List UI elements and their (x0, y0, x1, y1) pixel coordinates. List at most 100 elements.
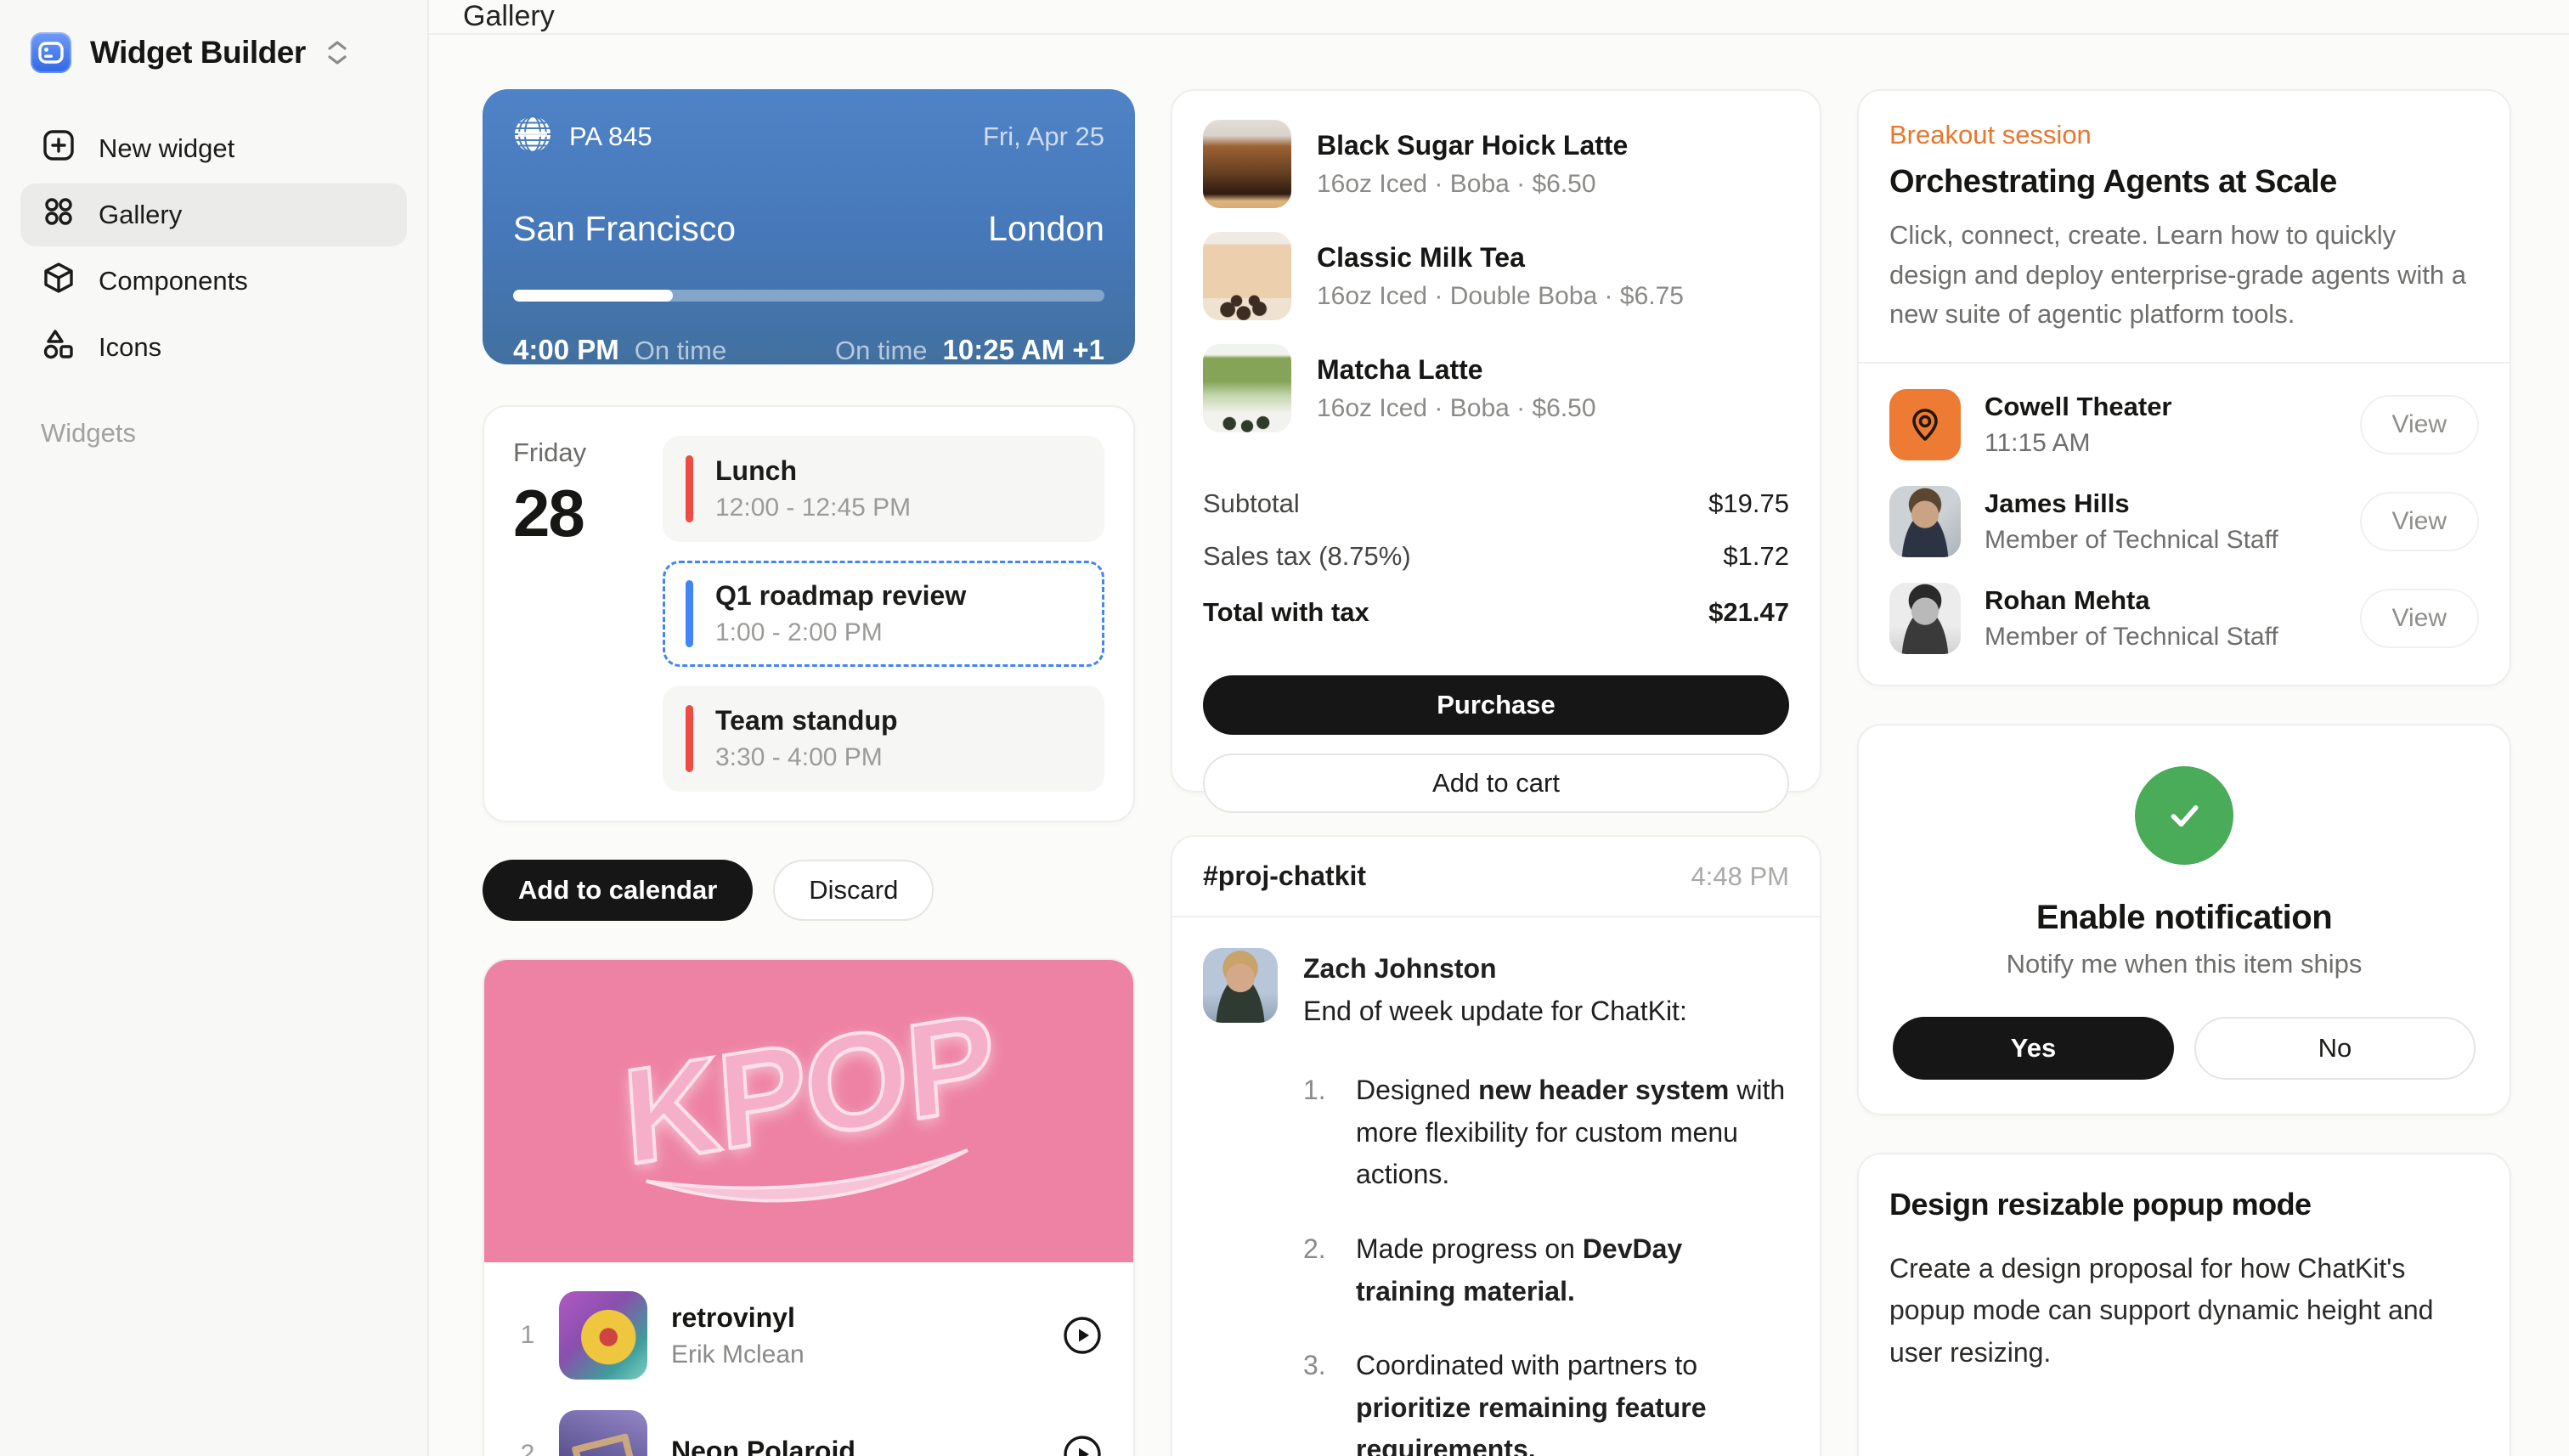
sidebar-item-gallery[interactable]: Gallery (20, 183, 407, 246)
location-pin-icon (1889, 389, 1961, 460)
sidebar-item-label: Icons (99, 332, 161, 363)
session-description: Click, connect, create. Learn how to qui… (1889, 216, 2479, 335)
view-button[interactable]: View (2360, 395, 2479, 454)
sidebar-item-components[interactable]: Components (20, 250, 407, 313)
column-3: Breakout session Orchestrating Agents at… (1857, 89, 2511, 1456)
flight-destination: London (988, 209, 1104, 249)
view-button[interactable]: View (2360, 492, 2479, 551)
message-intro: End of week update for ChatKit: (1303, 990, 1789, 1033)
notification-subtitle: Notify me when this item ships (2007, 949, 2363, 979)
chevron-up-down-icon[interactable] (326, 40, 348, 65)
app-brand[interactable]: Widget Builder (0, 25, 427, 73)
task-title: Design resizable popup mode (1889, 1187, 2479, 1222)
channel-name: #proj-chatkit (1203, 861, 1366, 892)
column-2: Black Sugar Hoick Latte 16oz Iced · Boba… (1171, 89, 1821, 1456)
app-title: Widget Builder (90, 35, 306, 71)
subtotal-label: Subtotal (1203, 488, 1300, 519)
total-value: $21.47 (1708, 597, 1789, 628)
list-item: 1. Designed new header system with more … (1303, 1069, 1789, 1196)
calendar-weekday: Friday (513, 437, 663, 468)
session-location-row: Cowell Theater 11:15 AM View (1889, 389, 2479, 460)
calendar-events: Lunch 12:00 - 12:45 PM Q1 roadmap review… (663, 436, 1104, 792)
track-row[interactable]: 1 retrovinyl Erik Mclean (508, 1291, 1103, 1380)
arrival-time: 10:25 AM +1 (943, 334, 1104, 364)
sidebar: Widget Builder New widget (0, 0, 429, 1456)
task-widget: Design resizable popup mode Create a des… (1857, 1153, 2511, 1456)
shapes-icon (41, 326, 76, 369)
panam-globe-icon (513, 115, 552, 158)
event-team-standup[interactable]: Team standup 3:30 - 4:00 PM (663, 686, 1104, 792)
flight-progress-fill (513, 290, 673, 302)
cube-icon (41, 260, 76, 302)
event-lunch[interactable]: Lunch 12:00 - 12:45 PM (663, 436, 1104, 542)
order-totals: Subtotal $19.75 Sales tax (8.75%) $1.72 … (1172, 463, 1820, 653)
calendar-day-number: 28 (513, 475, 663, 552)
page-title: Gallery (463, 0, 555, 33)
playlist-cover-image: KPOP (484, 960, 1133, 1262)
subtotal-value: $19.75 (1708, 488, 1789, 519)
session-divider (1859, 362, 2510, 364)
track-thumbnail (559, 1291, 647, 1380)
order-items: Black Sugar Hoick Latte 16oz Iced · Boba… (1172, 91, 1820, 463)
list-item: 2. Made progress on DevDay training mate… (1303, 1228, 1789, 1312)
tax-value: $1.72 (1723, 541, 1789, 572)
departure-status: On time (635, 336, 727, 364)
track-row[interactable]: 2 Neon Polaroid (508, 1410, 1103, 1456)
track-list: 1 retrovinyl Erik Mclean (484, 1262, 1133, 1456)
page-header: Gallery (429, 0, 2569, 35)
success-check-icon (2135, 766, 2233, 865)
sidebar-item-label: Components (99, 266, 248, 296)
event-color-bar (686, 705, 693, 772)
sidebar-item-new-widget[interactable]: New widget (20, 117, 407, 180)
message-timestamp: 4:48 PM (1691, 861, 1789, 892)
session-speaker-row: Rohan Mehta Member of Technical Staff Vi… (1889, 583, 2479, 654)
event-color-bar (686, 580, 693, 647)
order-item[interactable]: Classic Milk Tea 16oz Iced · Double Boba… (1203, 232, 1789, 320)
avatar (1889, 583, 1961, 654)
discard-button[interactable]: Discard (773, 860, 934, 921)
gallery-dots-icon (41, 194, 76, 236)
track-thumbnail (559, 1410, 647, 1456)
flight-origin: San Francisco (513, 209, 736, 249)
event-q1-roadmap-review[interactable]: Q1 roadmap review 1:00 - 2:00 PM (663, 561, 1104, 667)
add-to-cart-button[interactable]: Add to cart (1203, 753, 1789, 813)
flight-widget[interactable]: PA 845 Fri, Apr 25 San Francisco London … (483, 89, 1135, 364)
sidebar-item-icons[interactable]: Icons (20, 316, 407, 379)
gallery-content: PA 845 Fri, Apr 25 San Francisco London … (429, 35, 2569, 1456)
avatar (1203, 948, 1278, 1023)
calendar-widget: Friday 28 Lunch 12:00 - 12:45 PM (483, 405, 1135, 822)
yes-button[interactable]: Yes (1893, 1017, 2174, 1080)
main-area: Gallery (429, 0, 2569, 1456)
flight-date: Fri, Apr 25 (983, 121, 1104, 152)
tax-label: Sales tax (8.75%) (1203, 541, 1411, 572)
purchase-button[interactable]: Purchase (1203, 675, 1789, 735)
playlist-widget: KPOP 1 retrovinyl Erik Mclean (483, 958, 1135, 1456)
arrival-status: On time (835, 336, 928, 364)
avatar (1889, 486, 1961, 557)
order-item[interactable]: Black Sugar Hoick Latte 16oz Iced · Boba… (1203, 120, 1789, 208)
no-button[interactable]: No (2194, 1017, 2476, 1080)
message-author: Zach Johnston (1303, 948, 1789, 990)
chat-widget: #proj-chatkit 4:48 PM Zach Johnston End … (1171, 835, 1821, 1456)
flight-progress-bar (513, 290, 1104, 302)
event-color-bar (686, 455, 693, 522)
sidebar-item-label: Gallery (99, 200, 182, 230)
play-button[interactable] (1062, 1315, 1103, 1356)
notification-title: Enable notification (2036, 899, 2332, 937)
message-list: 1. Designed new header system with more … (1303, 1069, 1789, 1456)
order-actions: Purchase Add to cart (1172, 653, 1820, 840)
column-1: PA 845 Fri, Apr 25 San Francisco London … (483, 89, 1135, 1456)
notification-widget: Enable notification Notify me when this … (1857, 724, 2511, 1115)
add-to-calendar-button[interactable]: Add to calendar (483, 860, 753, 921)
drink-photo (1203, 120, 1291, 208)
play-button[interactable] (1062, 1434, 1103, 1456)
order-item[interactable]: Matcha Latte 16oz Iced · Boba · $6.50 (1203, 344, 1789, 432)
chat-message: Zach Johnston End of week update for Cha… (1172, 917, 1820, 1456)
calendar-actions: Add to calendar Discard (483, 860, 1135, 921)
session-title: Orchestrating Agents at Scale (1889, 164, 2479, 200)
view-button[interactable]: View (2360, 589, 2479, 648)
drink-photo (1203, 344, 1291, 432)
flight-number: PA 845 (569, 121, 652, 152)
task-body: Create a design proposal for how ChatKit… (1889, 1248, 2479, 1374)
sidebar-nav: New widget Gallery Components (0, 117, 427, 379)
